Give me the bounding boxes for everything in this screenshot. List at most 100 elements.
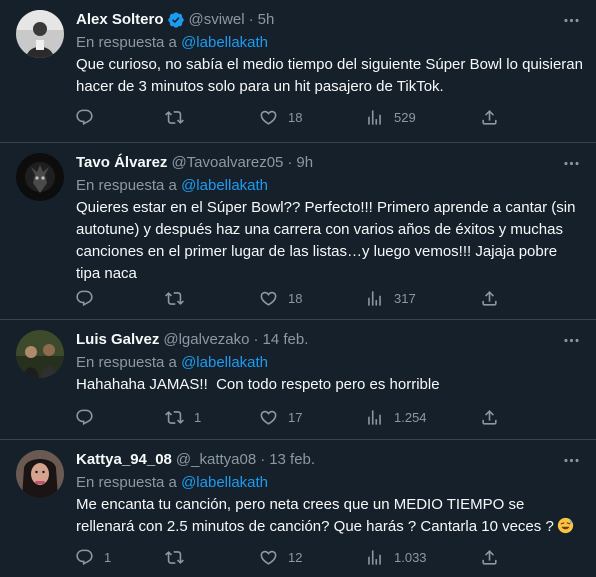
reply-icon <box>75 408 94 427</box>
reply-button[interactable] <box>75 288 104 308</box>
separator-dot: · <box>287 154 293 171</box>
reply-timeline: Alex Soltero @sviwel · 5h En respuesta a… <box>0 0 596 577</box>
user-handle[interactable]: @_kattya08 <box>176 450 256 470</box>
tweet[interactable]: Tavo Álvarez @Tavoalvarez05 · 9h En resp… <box>0 143 596 320</box>
share-button[interactable] <box>480 407 499 427</box>
retweet-count: 1 <box>194 409 202 425</box>
reply-prefix: En respuesta a <box>76 354 182 371</box>
retweet-button[interactable]: 1 <box>165 407 201 427</box>
mention-link[interactable]: @labellakath <box>181 177 268 194</box>
retweet-icon <box>165 289 184 308</box>
avatar[interactable] <box>16 330 64 378</box>
like-button[interactable]: 18 <box>259 107 302 127</box>
timestamp[interactable]: 14 feb. <box>262 330 308 350</box>
retweet-icon <box>165 108 184 127</box>
tweet-text-block: Me encanta tu canción, pero neta crees q… <box>76 494 584 538</box>
reply-prefix: En respuesta a <box>76 474 182 491</box>
more-icon[interactable] <box>560 330 582 350</box>
share-button[interactable] <box>480 547 499 567</box>
retweet-icon <box>165 548 184 567</box>
avatar[interactable] <box>16 450 64 498</box>
tweet-text: Quieres estar en el Súper Bowl?? Perfect… <box>76 199 580 282</box>
like-button[interactable]: 17 <box>259 407 302 427</box>
retweet-button[interactable] <box>165 107 194 127</box>
like-count: 18 <box>288 290 303 306</box>
tweet-header: Alex Soltero @sviwel · 5h <box>76 10 274 30</box>
share-icon <box>480 408 499 427</box>
share-icon <box>480 108 499 127</box>
share-icon <box>480 289 499 308</box>
views-button[interactable]: 317 <box>365 288 416 308</box>
reply-icon <box>75 289 94 308</box>
like-button[interactable]: 18 <box>259 288 302 308</box>
views-button[interactable]: 529 <box>365 107 416 127</box>
avatar[interactable] <box>16 153 64 201</box>
action-bar: 18 529 <box>70 107 510 127</box>
views-icon <box>365 289 384 308</box>
more-icon[interactable] <box>560 450 582 470</box>
share-button[interactable] <box>480 288 499 308</box>
display-name[interactable]: Tavo Álvarez <box>76 153 167 173</box>
timestamp[interactable]: 5h <box>258 10 275 30</box>
display-name[interactable]: Kattya_94_08 <box>76 450 172 470</box>
like-button[interactable]: 12 <box>259 547 302 567</box>
separator-dot: · <box>253 331 259 348</box>
tweet-header: Kattya_94_08 @_kattya08 · 13 feb. <box>76 450 315 470</box>
reply-button[interactable] <box>75 407 104 427</box>
share-button[interactable] <box>480 107 499 127</box>
user-handle[interactable]: @lgalvezako <box>163 330 249 350</box>
heart-icon <box>259 108 278 127</box>
mention-link[interactable]: @labellakath <box>181 354 268 371</box>
views-icon <box>365 548 384 567</box>
reply-icon <box>75 108 94 127</box>
separator-dot: · <box>248 11 254 28</box>
tweet-text: Me encanta tu canción, pero neta crees q… <box>76 496 554 535</box>
tweet-text: Hahahaha JAMAS!! Con todo respeto pero e… <box>76 376 440 393</box>
reply-context: En respuesta a @labellakath <box>76 33 268 53</box>
heart-icon <box>259 548 278 567</box>
user-handle[interactable]: @sviwel <box>189 10 245 30</box>
reply-count: 1 <box>104 549 112 565</box>
share-icon <box>480 548 499 567</box>
action-bar: 1 17 1.254 <box>70 407 510 427</box>
like-count: 17 <box>288 409 303 425</box>
tweet[interactable]: Luis Galvez @lgalvezako · 14 feb. En res… <box>0 320 596 440</box>
reply-prefix: En respuesta a <box>76 34 182 51</box>
mention-link[interactable]: @labellakath <box>181 34 268 51</box>
retweet-icon <box>165 408 184 427</box>
tweet[interactable]: Alex Soltero @sviwel · 5h En respuesta a… <box>0 0 596 143</box>
more-icon[interactable] <box>560 10 582 30</box>
sweat-smile-emoji-icon <box>557 517 574 534</box>
action-bar: 18 317 <box>70 288 510 308</box>
more-icon[interactable] <box>560 153 582 173</box>
display-name[interactable]: Luis Galvez <box>76 330 159 350</box>
verified-badge-icon <box>167 11 185 29</box>
reply-prefix: En respuesta a <box>76 177 182 194</box>
views-button[interactable]: 1.033 <box>365 547 427 567</box>
views-icon <box>365 408 384 427</box>
tweet-text: Que curioso, no sabía el medio tiempo de… <box>76 56 588 95</box>
timestamp[interactable]: 9h <box>296 153 313 173</box>
retweet-button[interactable] <box>165 288 194 308</box>
views-count: 529 <box>394 109 416 125</box>
timestamp[interactable]: 13 feb. <box>269 450 315 470</box>
like-count: 12 <box>288 549 303 565</box>
avatar[interactable] <box>16 10 64 58</box>
reply-context: En respuesta a @labellakath <box>76 176 268 196</box>
user-handle[interactable]: @Tavoalvarez05 <box>171 153 283 173</box>
retweet-button[interactable] <box>165 547 194 567</box>
views-icon <box>365 108 384 127</box>
reply-context: En respuesta a @labellakath <box>76 473 268 493</box>
reply-button[interactable] <box>75 107 104 127</box>
views-count: 317 <box>394 290 416 306</box>
mention-link[interactable]: @labellakath <box>181 474 268 491</box>
heart-icon <box>259 289 278 308</box>
views-button[interactable]: 1.254 <box>365 407 427 427</box>
heart-icon <box>259 408 278 427</box>
tweet[interactable]: Kattya_94_08 @_kattya08 · 13 feb. En res… <box>0 440 596 577</box>
like-count: 18 <box>288 109 303 125</box>
views-count: 1.254 <box>394 409 427 425</box>
separator-dot: · <box>260 451 266 468</box>
display-name[interactable]: Alex Soltero <box>76 10 164 30</box>
reply-button[interactable]: 1 <box>75 547 111 567</box>
